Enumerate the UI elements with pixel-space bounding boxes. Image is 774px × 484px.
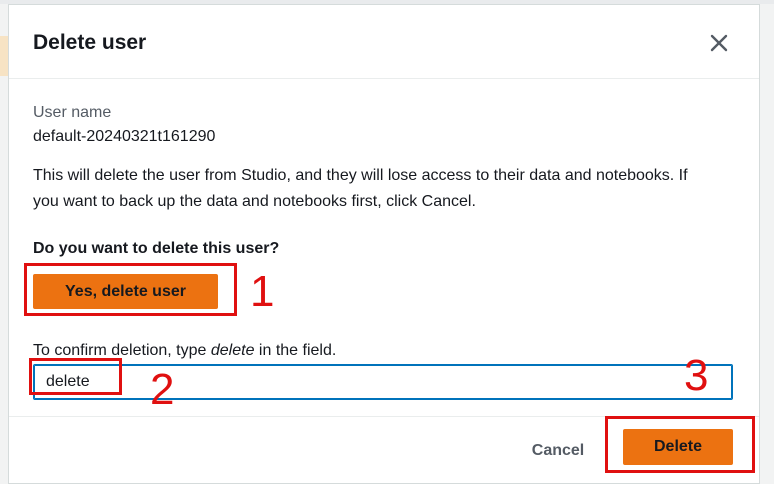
background-tint (0, 36, 8, 76)
annotation-number-step3: 3 (684, 351, 709, 400)
annotation-box-step1 (24, 263, 237, 316)
confirm-label-keyword: delete (210, 342, 255, 359)
confirm-delete-input[interactable] (33, 364, 733, 400)
annotation-box-step2 (29, 358, 122, 395)
confirm-label-prefix: To confirm deletion, type (33, 342, 211, 359)
cancel-button[interactable]: Cancel (513, 433, 603, 469)
dialog-title: Delete user (33, 31, 147, 54)
annotation-box-step3 (605, 416, 755, 473)
delete-question: Do you want to delete this user? (33, 240, 280, 257)
close-button[interactable] (705, 29, 733, 57)
user-name-label: User name (33, 104, 112, 121)
dialog-header: Delete user (9, 5, 759, 79)
close-icon (710, 34, 728, 52)
annotation-number-step2: 2 (150, 365, 175, 414)
confirm-label-suffix: in the field. (254, 342, 337, 359)
annotation-number-step1: 1 (250, 267, 275, 316)
delete-user-dialog: Delete user User name default-20240321t1… (8, 4, 760, 484)
delete-description: This will delete the user from Studio, a… (33, 167, 688, 210)
user-name-value: default-20240321t161290 (33, 128, 216, 145)
